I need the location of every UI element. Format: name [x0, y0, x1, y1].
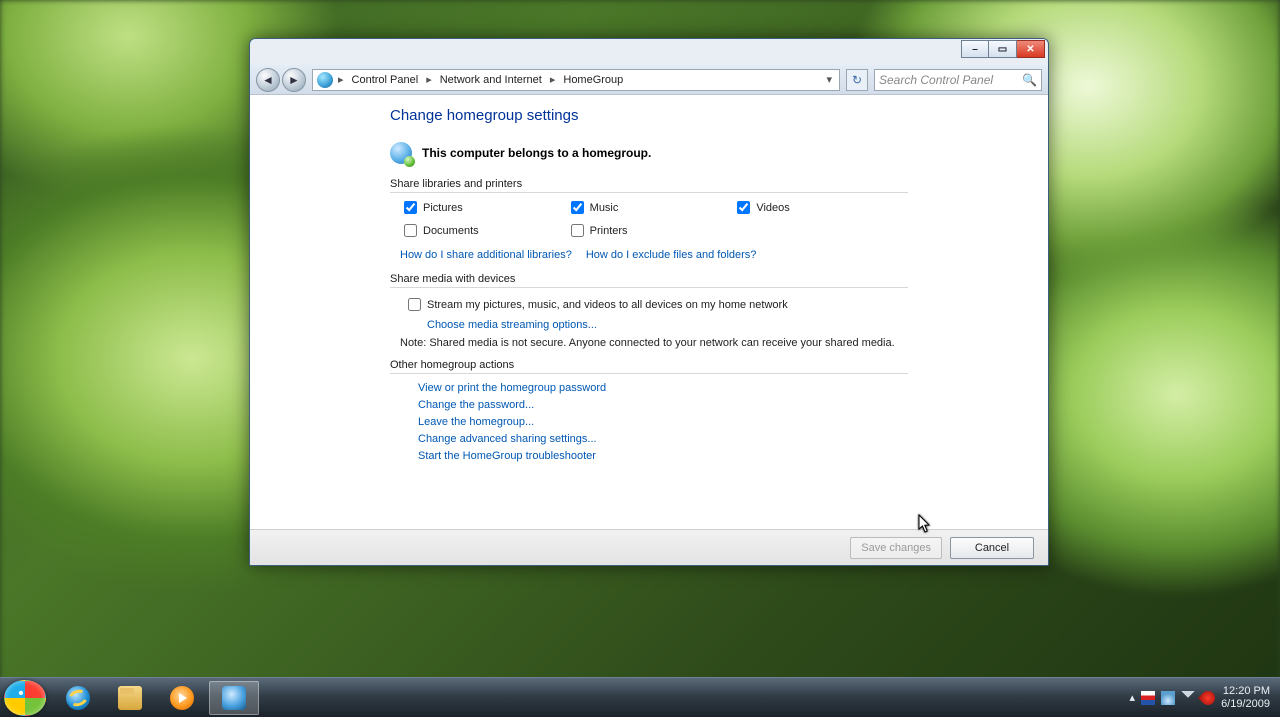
back-button[interactable]: ◄	[256, 68, 280, 92]
forward-button[interactable]: ►	[282, 68, 306, 92]
maximize-button[interactable]: ▭	[989, 40, 1017, 58]
save-changes-button[interactable]: Save changes	[850, 537, 942, 559]
network-icon[interactable]	[1161, 691, 1175, 705]
taskbar-media-player[interactable]	[157, 681, 207, 715]
window-caption-buttons: – ▭ ✕	[958, 39, 1048, 59]
chevron-right-icon: ▸	[335, 73, 347, 86]
page-title: Change homegroup settings	[390, 107, 908, 124]
address-bar[interactable]: ▸ Control Panel ▸ Network and Internet ▸…	[312, 69, 840, 91]
close-button[interactable]: ✕	[1017, 40, 1045, 58]
chevron-right-icon: ▸	[547, 73, 559, 86]
section-share-media: Share media with devices	[390, 273, 908, 288]
clock-date: 6/19/2009	[1221, 698, 1270, 710]
section-share-libraries: Share libraries and printers	[390, 178, 908, 193]
checkbox-music[interactable]: Music	[571, 201, 728, 214]
action-center-icon[interactable]	[1141, 691, 1155, 705]
checkbox-stream-media[interactable]: Stream my pictures, music, and videos to…	[408, 294, 908, 315]
cancel-button[interactable]: Cancel	[950, 537, 1034, 559]
link-change-password[interactable]: Change the password...	[418, 399, 908, 411]
homegroup-icon	[317, 72, 333, 88]
volume-icon[interactable]	[1181, 691, 1195, 705]
dialog-footer: Save changes Cancel	[250, 529, 1048, 565]
control-panel-window: – ▭ ✕ ◄ ► ▸ Control Panel ▸ Network and …	[249, 38, 1049, 566]
checkbox-videos[interactable]: Videos	[737, 201, 894, 214]
taskbar-control-panel[interactable]	[209, 681, 259, 715]
page-content: Change homegroup settings This computer …	[250, 97, 1048, 529]
security-shield-icon[interactable]	[1198, 688, 1218, 708]
media-player-icon	[170, 686, 194, 710]
start-button[interactable]	[4, 680, 46, 716]
breadcrumb-homegroup[interactable]: HomeGroup	[560, 72, 626, 88]
breadcrumb-network[interactable]: Network and Internet	[437, 72, 545, 88]
search-input[interactable]: Search Control Panel 🔍	[874, 69, 1042, 91]
clock-time: 12:20 PM	[1221, 685, 1270, 697]
taskbar: ▴ 12:20 PM 6/19/2009	[0, 677, 1280, 717]
address-dropdown[interactable]: ▾	[823, 73, 835, 86]
explorer-nav-bar: ◄ ► ▸ Control Panel ▸ Network and Intern…	[250, 65, 1048, 95]
show-hidden-icons[interactable]: ▴	[1130, 691, 1136, 704]
link-view-password[interactable]: View or print the homegroup password	[418, 382, 908, 394]
checkbox-documents[interactable]: Documents	[404, 224, 561, 237]
taskbar-clock[interactable]: 12:20 PM 6/19/2009	[1221, 685, 1270, 709]
breadcrumb-root[interactable]: Control Panel	[349, 72, 422, 88]
refresh-button[interactable]: ↻	[846, 69, 868, 91]
internet-explorer-icon	[66, 686, 90, 710]
link-share-additional[interactable]: How do I share additional libraries?	[400, 249, 572, 261]
link-advanced-sharing[interactable]: Change advanced sharing settings...	[418, 433, 908, 445]
checkbox-printers[interactable]: Printers	[571, 224, 728, 237]
checkbox-pictures[interactable]: Pictures	[404, 201, 561, 214]
link-troubleshooter[interactable]: Start the HomeGroup troubleshooter	[418, 450, 908, 462]
search-icon: 🔍	[1022, 73, 1037, 87]
media-security-note: Note: Shared media is not secure. Anyone…	[390, 335, 908, 355]
system-tray: ▴ 12:20 PM 6/19/2009	[1130, 685, 1276, 709]
search-placeholder: Search Control Panel	[879, 73, 993, 87]
minimize-button[interactable]: –	[961, 40, 989, 58]
homegroup-globe-icon	[390, 142, 412, 164]
file-explorer-icon	[118, 686, 142, 710]
section-other-actions: Other homegroup actions	[390, 359, 908, 374]
homegroup-status-text: This computer belongs to a homegroup.	[422, 146, 651, 160]
link-leave-homegroup[interactable]: Leave the homegroup...	[418, 416, 908, 428]
taskbar-explorer[interactable]	[105, 681, 155, 715]
taskbar-ie[interactable]	[53, 681, 103, 715]
link-exclude-files[interactable]: How do I exclude files and folders?	[586, 249, 757, 261]
control-panel-icon	[222, 686, 246, 710]
chevron-right-icon: ▸	[423, 73, 435, 86]
link-stream-options[interactable]: Choose media streaming options...	[427, 319, 597, 331]
